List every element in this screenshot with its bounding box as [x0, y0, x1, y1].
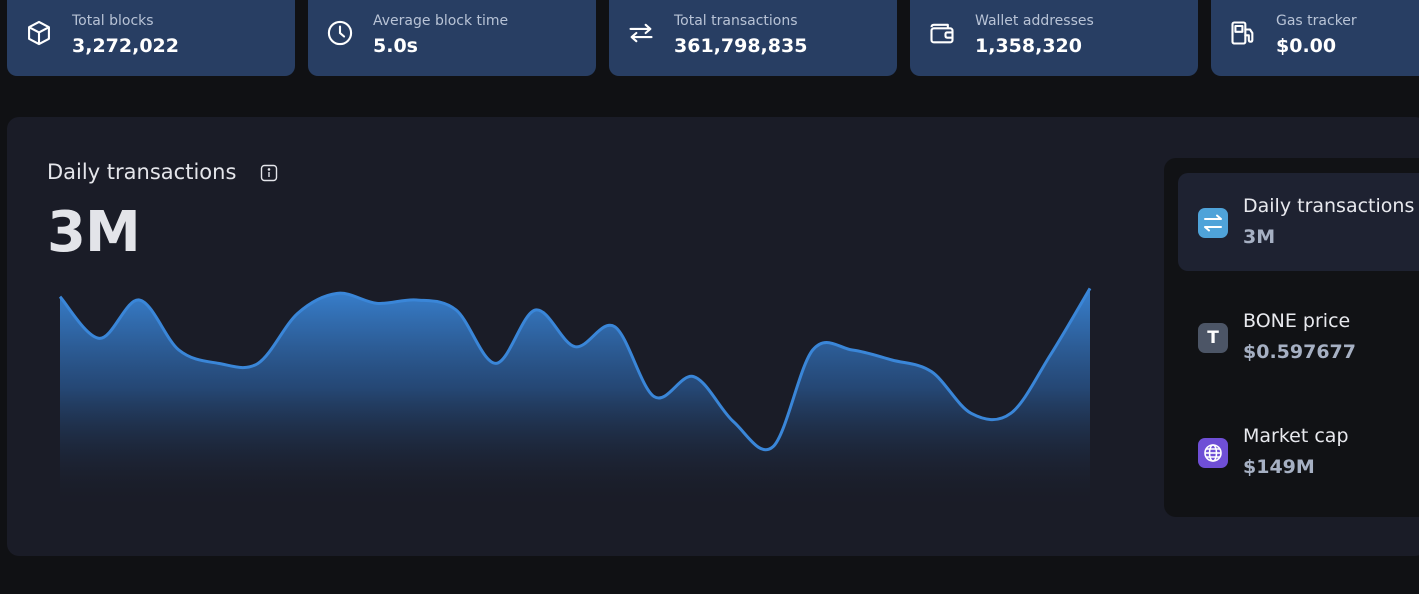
stat-value: $0.00: [1276, 35, 1337, 57]
cube-icon: [28, 20, 50, 46]
stat-value: 5.0s: [373, 35, 418, 57]
gas-pump-icon: [1231, 21, 1254, 45]
wallet-icon: [930, 23, 954, 44]
side-item-market-cap[interactable]: Market cap $149M: [1178, 403, 1419, 501]
stat-card-wallet-addresses[interactable]: Wallet addresses 1,358,320: [910, 0, 1198, 76]
chart-title: Daily transactions: [47, 160, 237, 184]
stat-value: 3,272,022: [72, 35, 179, 57]
stat-label: Wallet addresses: [975, 13, 1094, 29]
stat-label: Total blocks: [72, 13, 154, 29]
globe-icon: [1198, 438, 1228, 468]
stat-label: Gas tracker: [1276, 13, 1357, 29]
stat-label: Total transactions: [674, 13, 798, 29]
side-item-label: BONE price: [1243, 310, 1351, 332]
side-item-label: Market cap: [1243, 425, 1349, 447]
side-item-value: 3M: [1243, 226, 1276, 248]
chart-big-value: 3M: [47, 200, 141, 265]
arrows-swap-icon: [629, 23, 653, 43]
clock-icon: [327, 20, 353, 46]
stat-label: Average block time: [373, 13, 509, 29]
stat-value: 1,358,320: [975, 35, 1082, 57]
chart-area: [60, 288, 1090, 510]
stat-card-total-transactions[interactable]: Total transactions 361,798,835: [609, 0, 897, 76]
stat-value: 361,798,835: [674, 35, 808, 57]
info-icon[interactable]: [260, 164, 278, 182]
stat-card-average-block-time[interactable]: Average block time 5.0s: [308, 0, 596, 76]
side-item-label: Daily transactions: [1243, 195, 1415, 217]
side-item-daily-transactions[interactable]: Daily transactions 3M: [1178, 173, 1419, 271]
stat-card-gas-tracker[interactable]: Gas tracker $0.00: [1211, 0, 1419, 76]
side-item-value: $149M: [1243, 456, 1315, 478]
side-item-bone-price[interactable]: T BONE price $0.597677: [1178, 288, 1419, 386]
side-item-value: $0.597677: [1243, 341, 1356, 363]
stat-card-total-blocks[interactable]: Total blocks 3,272,022: [7, 0, 295, 76]
swap-icon: [1198, 208, 1228, 238]
daily-transactions-chart: [58, 287, 1092, 510]
token-icon: T: [1198, 323, 1228, 353]
